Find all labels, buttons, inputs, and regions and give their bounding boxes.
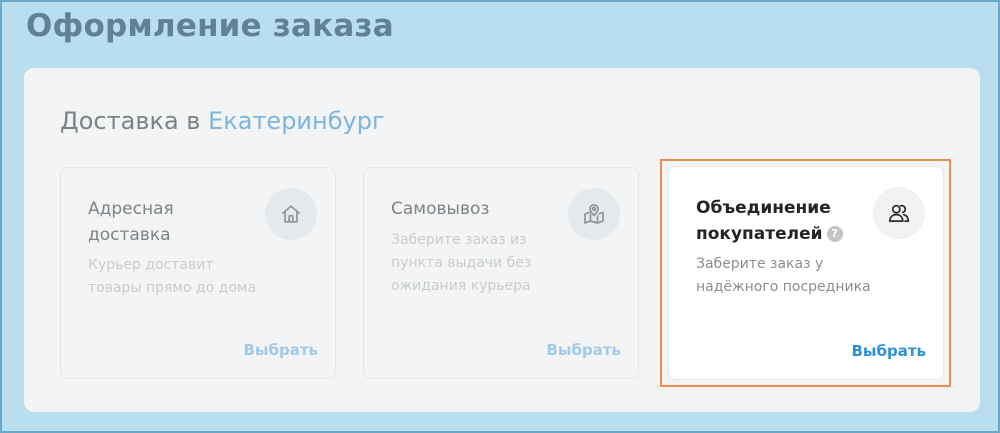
option-title: Объединение покупателей? (696, 195, 876, 247)
delivery-title: Доставка в Екатеринбург (60, 107, 385, 135)
option-card-pickup[interactable]: Самовывоз Заберите заказ из пункта выдач… (363, 167, 639, 379)
delivery-prefix: Доставка в (60, 107, 201, 135)
delivery-panel: Доставка в Екатеринбург Адресная доставк… (24, 68, 980, 412)
option-description: Курьер доставит товары прямо до дома (88, 257, 257, 296)
option-description: Заберите заказ из пункта выдачи без ожид… (391, 232, 532, 294)
users-icon (873, 187, 925, 239)
checkout-page: Оформление заказа Доставка в Екатеринбур… (0, 0, 1000, 433)
choose-button[interactable]: Выбрать (243, 341, 318, 359)
home-icon (265, 188, 317, 240)
option-description: Заберите заказ у надёжного посредника (696, 256, 871, 295)
help-icon[interactable]: ? (826, 226, 843, 242)
choose-button[interactable]: Выбрать (851, 342, 926, 360)
map-pin-icon (568, 188, 620, 240)
option-title: Самовывоз (391, 199, 490, 219)
choose-button[interactable]: Выбрать (546, 341, 621, 359)
option-card-address-delivery[interactable]: Адресная доставка Курьер доставит товары… (60, 167, 336, 379)
page-title: Оформление заказа (26, 8, 394, 44)
city-link[interactable]: Екатеринбург (208, 107, 384, 135)
option-title: Адресная доставка (88, 199, 174, 245)
option-title-text: Объединение покупателей (696, 198, 831, 244)
option-card-buyer-pooling[interactable]: Объединение покупателей? Заберите заказ … (668, 166, 944, 380)
